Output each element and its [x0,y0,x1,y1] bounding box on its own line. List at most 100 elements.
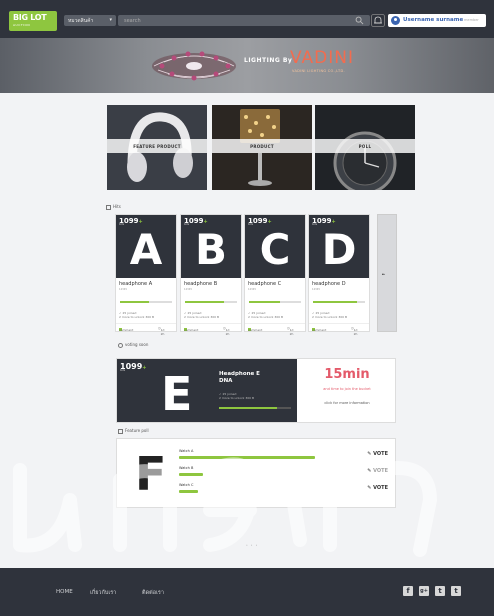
unlock-info: 2 more to unlock 300 B [184,315,220,319]
tile-feature-product[interactable]: FEATURE PRODUCT [107,105,207,190]
product-name[interactable]: headphone A [119,281,152,287]
footer: HOME เกี่ยวกับเรา ติดต่อเรา f g+ t t [0,568,494,616]
vote-label: VOTE [373,485,388,491]
category-select-label: หมวดสินค้า [68,18,94,24]
vote-button[interactable]: ✎ VOTE [367,468,388,474]
progress-fill [313,301,358,303]
user-menu[interactable]: Username surname member [388,14,486,27]
progress-fill [249,301,281,303]
time-value: 1d 2h [160,328,165,336]
time-value: 1d 2h [353,328,358,336]
tile-poll[interactable]: POLL [315,105,415,190]
progress-bar [249,301,301,303]
bid-count-plus: + [142,365,147,371]
product-card-art: 1099+ bids B [181,215,241,278]
search-icon[interactable] [355,16,364,25]
comment-label: comment [119,328,134,332]
progress-bar [313,301,365,303]
card-footer: comment ◷ 1d 2h [181,323,241,336]
top-bar: BIG LOT AUCTION หมวดสินค้า ▾ Username su… [0,0,494,38]
footer-link-home[interactable]: HOME [56,589,73,595]
product-name[interactable]: headphone C [248,281,281,287]
section-title-poll: Feature poll [118,428,149,434]
product-card[interactable]: 1099+ bids B headphone B 12345 ✓ 25 joine… [180,214,242,336]
logo-subtext: AUCTION [13,23,31,27]
search-input[interactable] [118,15,370,26]
next-card-peek[interactable]: ▸▸ [377,214,397,332]
vote-button[interactable]: ✎ VOTE [367,451,388,457]
product-name[interactable]: headphone D [312,281,346,287]
product-code: 12345 [248,288,256,291]
username: Username surname [403,17,464,23]
card-footer: comment ◷ 1d 2h [309,323,369,336]
footer-link-about[interactable]: เกี่ยวกับเรา [90,589,116,597]
poll-option: Watch B ✎ VOTE [177,466,392,480]
product-card[interactable]: 1099+ bids A headphone A 12345 ✓ 25 joine… [115,214,177,336]
tumblr-icon[interactable]: t [451,586,461,596]
poll-option-bar [179,490,199,493]
comment-label: comment [312,328,327,332]
unlock-info: 2 more to unlock 300 B [312,315,348,319]
twitter-icon[interactable]: t [435,586,445,596]
vote-label: VOTE [373,451,388,457]
product-code: 12345 [184,288,192,291]
pagination-dots[interactable]: • • • [246,543,258,547]
notification-bell-icon[interactable] [371,14,385,27]
facebook-icon[interactable]: f [403,586,413,596]
google-plus-icon[interactable]: g+ [419,586,429,596]
vote-card[interactable]: 1099+ bids E Headphone E DNA ✓ 25 joined… [116,358,396,423]
timer-value: 15min [324,367,370,382]
site-logo[interactable]: BIG LOT AUCTION [9,11,57,31]
unlock-info: 2 more to unlock 300 B [119,315,155,319]
product-code: 12345 [119,288,127,291]
poll-option: Watch A ✎ VOTE [177,449,392,463]
poll-option-bar [179,456,315,459]
section-icon [118,428,123,434]
product-info: ✓ 25 joined 2 more to unlock 300 B [248,311,284,319]
promo-banner[interactable]: LIGHTING By VADINI VADINI LIGHTING CO.,L… [0,38,494,93]
vote-meta: ✓ 25 joined 2 more to unlock 300 B [219,392,255,400]
vote-progress-bar [219,407,291,409]
tile-product[interactable]: PRODUCT [212,105,312,190]
product-letter: A [129,225,163,274]
time-remaining: ◷ 1d 2h [158,326,165,336]
poll-option-bar [179,473,203,476]
more-info-link[interactable]: click for more information [299,401,395,405]
time-value: 1d 2h [225,328,230,336]
avatar [391,16,400,25]
user-role: member [464,18,479,22]
clock-icon [118,342,123,348]
product-card[interactable]: 1099+ bids D headphone D 12345 ✓ 25 joine… [308,214,370,336]
card-footer: comment ◷ 1d 2h [245,323,305,336]
product-letter: D [321,225,357,274]
progress-fill [185,301,224,303]
chandelier-image [152,51,236,81]
tile-label: PRODUCT [250,144,274,149]
product-letter: E [161,367,193,421]
product-card-art: 1099+ bids D [309,215,369,278]
time-value: 1d 2h [289,328,294,336]
unlock-info: 2 more to unlock 300 B [248,315,284,319]
timer-sub: and time to join the bucket [323,387,371,391]
section-title-text: voting soon [125,342,149,347]
category-select[interactable]: หมวดสินค้า ▾ [64,15,116,26]
progress-fill [219,407,277,409]
banner-company: VADINI LIGHTING CO.,LTD. [292,69,345,73]
section-title-text: Hits [113,204,121,209]
comment-label: comment [248,328,263,332]
product-name: Headphone E [219,371,260,377]
product-name[interactable]: headphone B [184,281,217,287]
progress-bar [185,301,237,303]
poll-option-label: Watch B [179,466,194,470]
poll-option-label: Watch A [179,449,194,453]
poll-card: F Watch A ✎ VOTE Watch B ✎ VOTE Watch C … [116,438,396,508]
time-remaining: ◷ 1d 2h [287,326,294,336]
unlock-info: 2 more to unlock 300 B [219,396,255,400]
arrow-right-icon[interactable]: ▸▸ [382,272,392,277]
comment-label: comment [184,328,199,332]
product-card-art: 1099+ bids A [116,215,176,278]
vote-button[interactable]: ✎ VOTE [367,485,388,491]
footer-link-contact[interactable]: ติดต่อเรา [142,589,164,597]
product-letter: C [259,225,291,274]
product-card[interactable]: 1099+ bids C headphone C 12345 ✓ 25 joine… [244,214,306,336]
